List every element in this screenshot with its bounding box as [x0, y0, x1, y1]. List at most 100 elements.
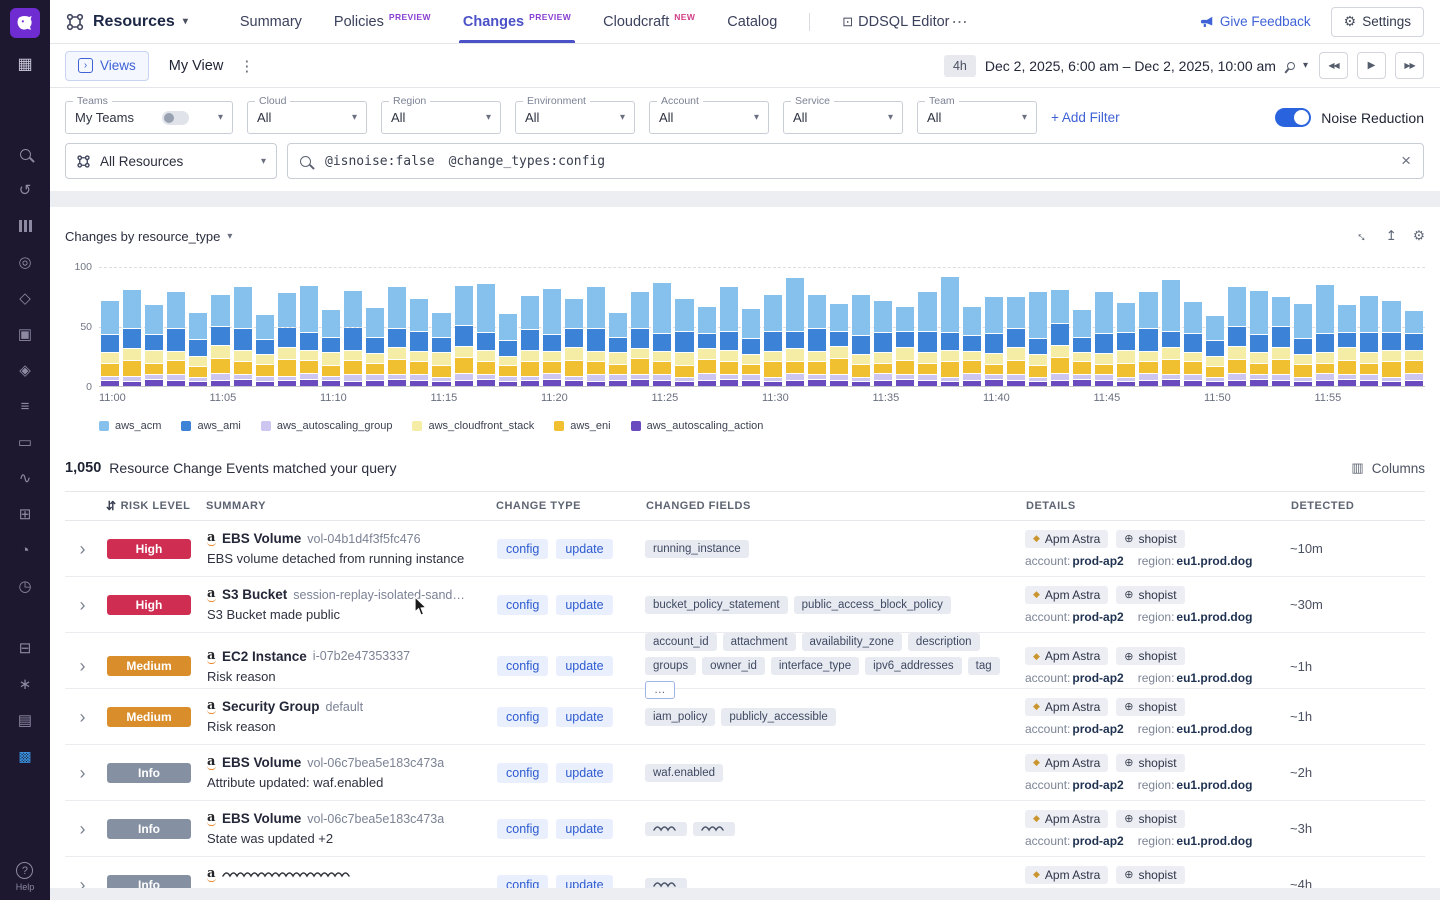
clear-search-icon[interactable]: ×	[1401, 151, 1411, 171]
chart-plot[interactable]	[99, 267, 1425, 387]
filter-region[interactable]: RegionAll▾	[381, 101, 501, 134]
views-button[interactable]: › Views	[65, 51, 149, 81]
recent-icon[interactable]: ◷	[0, 568, 50, 604]
apps-grid-icon[interactable]: ▦	[0, 46, 50, 82]
row-expand-icon[interactable]: ›	[80, 764, 86, 782]
view-name[interactable]: My View	[169, 58, 224, 74]
legend-item[interactable]: aws_ami	[181, 420, 240, 432]
synthetics-icon[interactable]: ◇	[0, 280, 50, 316]
account-tag[interactable]: account:prod-ap2	[1025, 671, 1124, 685]
columns-button[interactable]: ▥ Columns	[1351, 460, 1425, 476]
change-type-tag[interactable]: update	[556, 539, 612, 559]
region-tag[interactable]: region:eu1.prod.dog	[1138, 554, 1253, 568]
workspaces-icon[interactable]: ▤	[0, 702, 50, 738]
expand-icon[interactable]: ↔	[1352, 226, 1373, 247]
table-row[interactable]: › Medium a EC2 Instance i-07b2e47353337 …	[65, 633, 1425, 689]
changed-field-tag[interactable]: public_access_block_policy	[794, 596, 951, 614]
row-expand-icon[interactable]: ›	[80, 657, 86, 675]
changed-field-tag[interactable]: interface_type	[771, 657, 859, 675]
view-options-kebab-icon[interactable]: ⋮	[239, 57, 254, 75]
column-header-summary[interactable]: SUMMARY	[200, 500, 490, 512]
team-pill[interactable]: ◆Apm Astra	[1025, 530, 1108, 548]
change-type-tag[interactable]: config	[497, 595, 548, 615]
account-tag[interactable]: account:prod-ap2	[1025, 834, 1124, 848]
service-pill[interactable]: ⊕shopist	[1116, 530, 1184, 548]
service-pill[interactable]: ⊕shopist	[1116, 810, 1184, 828]
account-tag[interactable]: account:prod-ap2	[1025, 722, 1124, 736]
region-tag[interactable]: region:eu1.prod.dog	[1138, 778, 1253, 792]
service-pill[interactable]: ⊕shopist	[1116, 647, 1184, 665]
region-tag[interactable]: region:eu1.prod.dog	[1138, 834, 1253, 848]
chart-breakdown-select[interactable]: Changes by resource_type ▾	[65, 229, 232, 244]
filter-environment[interactable]: EnvironmentAll▾	[515, 101, 635, 134]
changed-field-tag[interactable]: account_id	[645, 633, 717, 651]
content-scroll-area[interactable]: Changes by resource_type ▾ ↔ ↥ ⚙ 050100	[50, 207, 1440, 888]
region-tag[interactable]: region:eu1.prod.dog	[1138, 671, 1253, 685]
security-icon[interactable]: ◎	[0, 244, 50, 280]
change-type-tag[interactable]: config	[497, 875, 548, 889]
row-expand-icon[interactable]: ›	[80, 540, 86, 558]
changed-field-tag-redacted[interactable]	[645, 822, 687, 836]
row-expand-icon[interactable]: ›	[80, 708, 86, 726]
changed-field-tag[interactable]: owner_id	[702, 657, 765, 675]
search-input[interactable]: @isnoise:false @change_types:config ×	[287, 143, 1424, 179]
changed-fields-overflow-tag[interactable]: …	[645, 681, 675, 699]
changed-field-tag[interactable]: availability_zone	[802, 633, 902, 651]
table-row[interactable]: › High a EBS Volume vol-04b1d4f3f5fc476 …	[65, 521, 1425, 577]
service-map-icon[interactable]: ◈	[0, 352, 50, 388]
account-tag[interactable]: account:prod-ap2	[1025, 778, 1124, 792]
help-button[interactable]: ? Help	[16, 862, 35, 892]
tab-policies[interactable]: PoliciesPREVIEW	[334, 0, 431, 43]
legend-item[interactable]: aws_autoscaling_group	[261, 420, 393, 432]
time-preset-badge[interactable]: 4h	[944, 55, 976, 77]
search-icon[interactable]	[0, 136, 50, 172]
my-teams-toggle[interactable]	[162, 111, 189, 125]
service-pill[interactable]: ⊕shopist	[1116, 698, 1184, 716]
account-tag[interactable]: account:prod-ap2	[1025, 554, 1124, 568]
tab-ddsql-editor[interactable]: ⊡DDSQL Editor	[842, 0, 949, 43]
row-expand-icon[interactable]: ›	[80, 596, 86, 614]
service-pill[interactable]: ⊕shopist	[1116, 754, 1184, 772]
legend-item[interactable]: aws_eni	[554, 420, 610, 432]
region-tag[interactable]: region:eu1.prod.dog	[1138, 722, 1253, 736]
legend-item[interactable]: aws_autoscaling_action	[631, 420, 764, 432]
change-type-tag[interactable]: update	[556, 763, 612, 783]
time-range-select[interactable]: Dec 2, 2025, 6:00 am – Dec 2, 2025, 10:0…	[985, 58, 1276, 74]
logs-icon[interactable]: ≡	[0, 388, 50, 424]
row-expand-icon[interactable]: ›	[80, 876, 86, 889]
query-token[interactable]: @change_types:config	[449, 154, 606, 169]
column-header-changed-fields[interactable]: CHANGED FIELDS	[640, 500, 1020, 512]
tab-cloudcraft[interactable]: CloudcraftNEW	[603, 0, 695, 43]
filter-cloud[interactable]: CloudAll▾	[247, 101, 367, 134]
changed-field-tag[interactable]: ipv6_addresses	[865, 657, 962, 675]
query-token[interactable]: @isnoise:false	[325, 154, 435, 169]
skip-back-button[interactable]: ◀◀	[1319, 52, 1348, 79]
llm-icon[interactable]: ∗	[0, 666, 50, 702]
changed-field-tag[interactable]: bucket_policy_statement	[645, 596, 788, 614]
noise-reduction-toggle[interactable]	[1275, 108, 1311, 127]
service-pill[interactable]: ⊕shopist	[1116, 586, 1184, 604]
team-pill[interactable]: ◆Apm Astra	[1025, 810, 1108, 828]
column-header-change-type[interactable]: CHANGE TYPE	[490, 500, 640, 512]
changed-field-tag[interactable]: waf.enabled	[645, 764, 723, 782]
changed-field-tag[interactable]: iam_policy	[645, 708, 715, 726]
change-type-tag[interactable]: update	[556, 707, 612, 727]
packages-icon[interactable]: ⊞	[0, 496, 50, 532]
account-tag[interactable]: account:prod-ap2	[1025, 610, 1124, 624]
tab-changes[interactable]: ChangesPREVIEW	[463, 0, 571, 43]
table-row[interactable]: › Info a configupdate ◆Apm Astra ⊕shopis…	[65, 857, 1425, 888]
bits-icon[interactable]: ▩	[0, 738, 50, 774]
changed-field-tag[interactable]: attachment	[723, 633, 796, 651]
region-tag[interactable]: region:eu1.prod.dog	[1138, 610, 1253, 624]
play-button[interactable]: ▶	[1357, 52, 1386, 79]
export-icon[interactable]: ↥	[1386, 228, 1397, 244]
column-header-risk-level[interactable]: ⇵RISK LEVEL	[100, 499, 200, 513]
changed-field-tag[interactable]: publicly_accessible	[721, 708, 835, 726]
change-type-tag[interactable]: config	[497, 707, 548, 727]
tab-catalog[interactable]: Catalog	[727, 0, 777, 43]
filter-account[interactable]: AccountAll▾	[649, 101, 769, 134]
pin-icon[interactable]	[1285, 60, 1296, 71]
filter-team[interactable]: TeamAll▾	[917, 101, 1037, 134]
table-row[interactable]: › Info a EBS Volume vol-06c7bea5e183c473…	[65, 745, 1425, 801]
service-pill[interactable]: ⊕shopist	[1116, 866, 1184, 884]
